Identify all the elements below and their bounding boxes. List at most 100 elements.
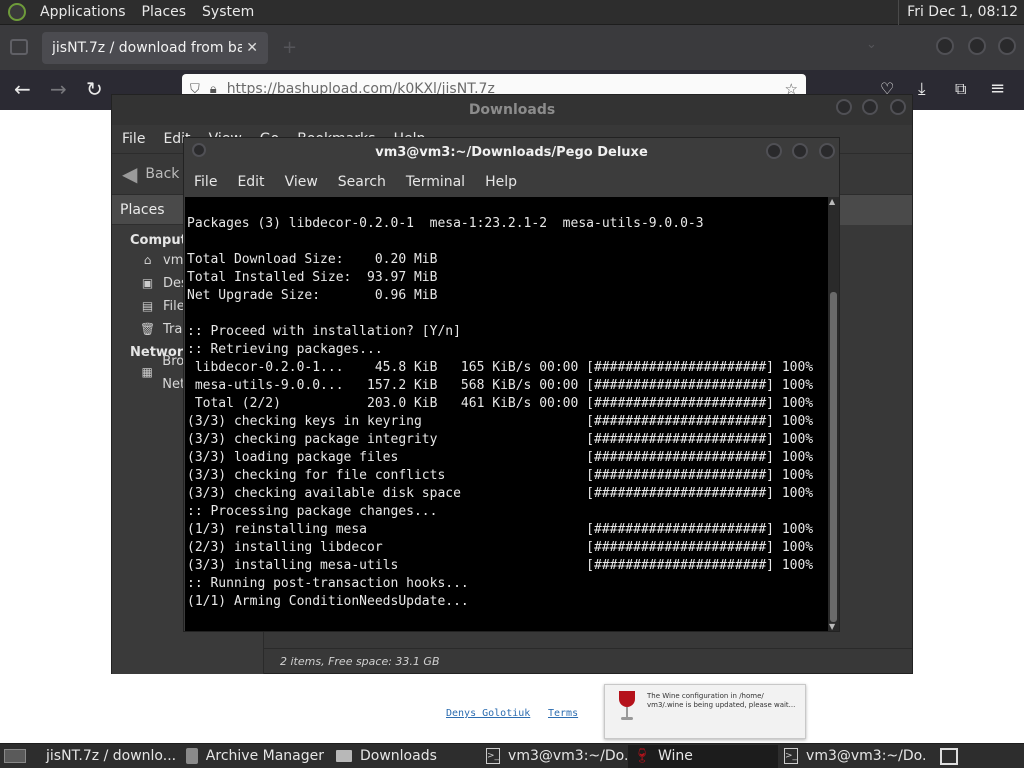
terminal-icon: >_ xyxy=(486,748,501,764)
back-arrow-icon[interactable]: ← xyxy=(14,78,31,100)
terminal-menu-help[interactable]: Help xyxy=(485,174,517,190)
terminal-menu-view[interactable]: View xyxy=(285,174,318,190)
fm-minimize-button[interactable] xyxy=(836,99,852,115)
fm-close-button[interactable] xyxy=(890,99,906,115)
terminal-line: (2/3) installing libdecor [#############… xyxy=(187,540,814,555)
taskbar-item-label: Wine xyxy=(658,748,693,764)
terminal-line: mesa-utils-9.0.0... 157.2 KiB 568 KiB/s … xyxy=(187,378,814,393)
terminal-line: Net Upgrade Size: 0.96 MiB xyxy=(187,288,438,303)
system-menu[interactable]: System xyxy=(194,4,262,20)
network-icon: ▦ xyxy=(141,365,153,379)
taskbar-item-label: Archive Manager xyxy=(205,748,324,764)
top-panel: Applications Places System Fri Dec 1, 08… xyxy=(0,0,1024,25)
archive-manager-icon xyxy=(186,748,198,764)
home-folder-icon: ⌂ xyxy=(143,253,152,267)
trash-icon: 🗑︎ xyxy=(140,322,156,336)
tab-close-icon[interactable]: ✕ xyxy=(246,40,258,56)
terminal-line: Total Download Size: 0.20 MiB xyxy=(187,252,438,267)
author-link[interactable]: Denys Golotiuk xyxy=(446,708,530,719)
fm-back-button[interactable]: ◀ Back xyxy=(122,162,179,186)
terminal-line: (3/3) checking package integrity [######… xyxy=(187,432,814,447)
tab-overview-icon[interactable] xyxy=(10,39,28,55)
show-desktop-icon[interactable] xyxy=(4,749,26,763)
taskbar-item-label: Downloads xyxy=(360,748,437,764)
terminal-line: :: Processing package changes... xyxy=(187,504,438,519)
scroll-up-arrow-icon[interactable]: ▲ xyxy=(829,197,835,206)
forward-arrow-icon[interactable]: → xyxy=(50,78,67,100)
taskbar-item-terminal-2[interactable]: >_ vm3@vm3:~/Do... xyxy=(778,745,926,768)
terminal-menu-edit[interactable]: Edit xyxy=(237,174,264,190)
terminal-line: (3/3) checking available disk space [###… xyxy=(187,486,814,501)
clock[interactable]: Fri Dec 1, 08:12 xyxy=(898,0,1024,25)
wine-notification-message: The Wine configuration in /home/ vm3/.wi… xyxy=(647,692,796,709)
terminal-line: libdecor-0.2.0-1... 45.8 KiB 165 KiB/s 0… xyxy=(187,360,814,375)
terminal-title[interactable]: vm3@vm3:~/Downloads/Pego Deluxe xyxy=(184,138,839,167)
taskbar-item-firefox[interactable]: jisNT.7z / downlo... xyxy=(32,745,180,768)
folder-icon xyxy=(336,750,352,762)
bottom-taskbar: jisNT.7z / downlo... Archive Manager Dow… xyxy=(0,743,1024,768)
terms-link[interactable]: Terms xyxy=(548,708,578,719)
terminal-line: :: Proceed with installation? [Y/n] xyxy=(187,324,461,339)
taskbar-item-label: jisNT.7z / downlo... xyxy=(46,748,177,764)
terminal-icon: >_ xyxy=(784,748,799,764)
terminal-line: (1/3) reinstalling mesa [###############… xyxy=(187,522,814,537)
terminal-maximize-button[interactable] xyxy=(792,143,808,159)
file-manager-title[interactable]: Downloads xyxy=(112,95,912,125)
terminal-line: :: Running post-transaction hooks... xyxy=(187,576,469,591)
places-menu[interactable]: Places xyxy=(134,4,195,20)
terminal-line: Packages (3) libdecor-0.2.0-1 mesa-1:23.… xyxy=(187,216,704,231)
fm-maximize-button[interactable] xyxy=(862,99,878,115)
wine-icon: 🍷︎ xyxy=(633,748,651,764)
desktop-folder-icon: ▣ xyxy=(141,276,154,290)
back-arrow-icon: ◀ xyxy=(122,162,138,186)
wine-glass-icon xyxy=(619,691,635,721)
browser-tab-bar: jisNT.7z / download from bashu ✕ + ⌄ xyxy=(0,25,1024,70)
terminal-line: (3/3) checking for file conflicts [#####… xyxy=(187,468,814,483)
terminal-menu-file[interactable]: File xyxy=(194,174,217,190)
browser-close-button[interactable] xyxy=(998,37,1016,55)
terminal-line: Total Installed Size: 93.97 MiB xyxy=(187,270,438,285)
terminal-window-menu-icon[interactable] xyxy=(192,143,206,157)
applications-menu[interactable]: Applications xyxy=(32,4,134,20)
terminal-menubar: File Edit View Search Terminal Help xyxy=(184,167,839,197)
browser-minimize-button[interactable] xyxy=(936,37,954,55)
terminal-line: :: Retrieving packages... xyxy=(187,342,383,357)
terminal-line: (3/3) checking keys in keyring [########… xyxy=(187,414,814,429)
taskbar-item-wine[interactable]: 🍷︎ Wine xyxy=(628,744,778,768)
fm-menu-file[interactable]: File xyxy=(122,131,145,147)
drive-icon: ▤ xyxy=(141,299,154,313)
terminal-minimize-button[interactable] xyxy=(766,143,782,159)
terminal-close-button[interactable] xyxy=(819,143,835,159)
terminal-output[interactable]: Packages (3) libdecor-0.2.0-1 mesa-1:23.… xyxy=(185,197,828,631)
new-tab-button[interactable]: + xyxy=(282,37,297,58)
taskbar-item-archive-manager[interactable]: Archive Manager xyxy=(180,745,330,768)
tab-list-chevron-icon[interactable]: ⌄ xyxy=(866,37,877,52)
browser-maximize-button[interactable] xyxy=(968,37,986,55)
reload-icon[interactable]: ↻ xyxy=(86,78,103,100)
browser-tab[interactable]: jisNT.7z / download from bashu ✕ xyxy=(42,32,268,64)
taskbar-item-label: vm3@vm3:~/Do... xyxy=(806,748,926,764)
terminal-line: (3/3) loading package files [###########… xyxy=(187,450,814,465)
scroll-down-arrow-icon[interactable]: ▼ xyxy=(829,622,835,631)
wine-update-notification[interactable]: The Wine configuration in /home/ vm3/.wi… xyxy=(604,684,806,739)
workspace-switcher[interactable] xyxy=(940,748,958,765)
terminal-scrollbar[interactable]: ▲ ▼ xyxy=(828,197,839,631)
hamburger-menu-icon[interactable]: ≡ xyxy=(990,78,1005,100)
fm-status-bar: 2 items, Free space: 33.1 GB xyxy=(264,648,912,674)
taskbar-item-label: vm3@vm3:~/Do... xyxy=(508,748,628,764)
downloads-icon[interactable]: ⤓ xyxy=(918,78,926,100)
distro-logo-icon[interactable] xyxy=(8,3,26,21)
scrollbar-thumb[interactable] xyxy=(830,292,837,622)
terminal-line: Total (2/2) 203.0 KiB 461 KiB/s 00:00 [#… xyxy=(187,396,814,411)
taskbar-item-downloads[interactable]: Downloads xyxy=(330,745,480,768)
taskbar-item-terminal-1[interactable]: >_ vm3@vm3:~/Do... xyxy=(480,745,628,768)
browser-tab-title: jisNT.7z / download from bashu xyxy=(52,40,243,56)
terminal-line: (3/3) installing mesa-utils [###########… xyxy=(187,558,814,573)
terminal-menu-terminal[interactable]: Terminal xyxy=(406,174,465,190)
fm-back-label: Back xyxy=(145,166,180,182)
extensions-icon[interactable]: ⧉ xyxy=(955,78,966,100)
terminal-line: (1/1) Arming ConditionNeedsUpdate... xyxy=(187,594,469,609)
terminal-menu-search[interactable]: Search xyxy=(338,174,386,190)
